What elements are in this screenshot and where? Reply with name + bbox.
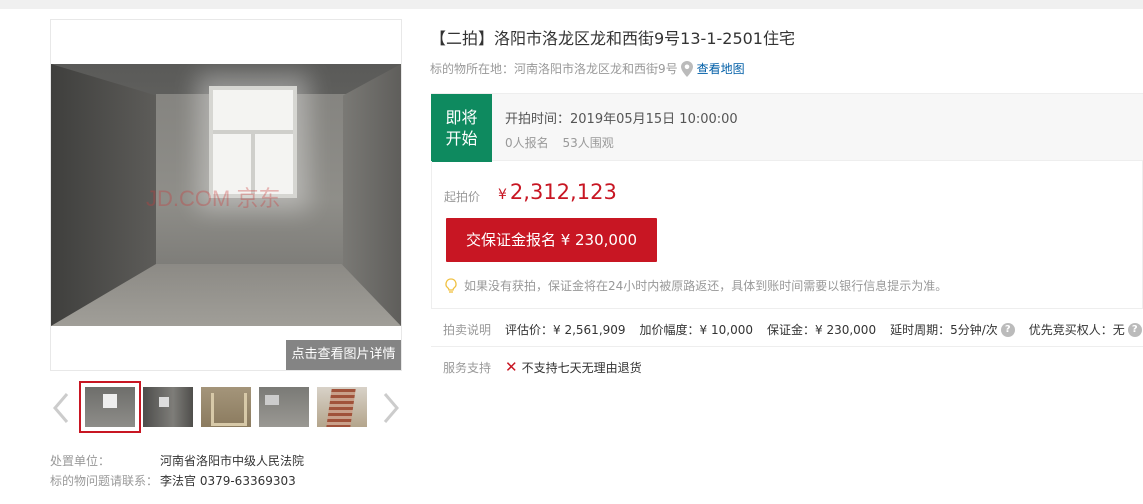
start-price: ¥2,312,123 bbox=[498, 180, 617, 204]
start-time: 开拍时间：2019年05月15日 10:00:00 bbox=[505, 112, 738, 127]
auction-info-label: 拍卖说明 bbox=[443, 323, 492, 337]
signup-count: 0人报名 bbox=[505, 136, 549, 150]
deposit-tip-text: 如果没有获拍，保证金将在24小时内被原路返还，具体到账时间需要以银行信息提示为准… bbox=[464, 279, 948, 293]
start-price-value: 2,312,123 bbox=[509, 180, 617, 204]
priority-help-icon[interactable]: ? bbox=[1127, 322, 1142, 337]
page-title: 【二拍】洛阳市洛龙区龙和西街9号13-1-2501住宅 bbox=[430, 29, 795, 48]
watcher-count: 53人围观 bbox=[562, 136, 614, 150]
price-panel: 起拍价 ¥2,312,123 交保证金报名 ¥ 230,000 如果没有获拍，保… bbox=[431, 161, 1143, 309]
service-label: 服务支持 bbox=[443, 360, 492, 375]
bid-increment: 加价幅度：¥ 10,000 bbox=[639, 323, 753, 337]
thumbnail-2[interactable] bbox=[143, 387, 193, 427]
status-badge: 即将 开始 bbox=[431, 94, 492, 162]
auction-status-bar: 即将 开始 开拍时间：2019年05月15日 10:00:00 0人报名 53人… bbox=[431, 93, 1143, 162]
disposer-value: 河南省洛阳市中级人民法院 bbox=[160, 454, 305, 468]
contact-label: 标的物问题请联系： bbox=[50, 474, 159, 488]
watermark: JD.COM 京东 bbox=[146, 186, 281, 211]
lightbulb-icon bbox=[445, 277, 457, 293]
service-row: 服务支持 ✕ 不支持七天无理由退货 bbox=[443, 358, 642, 376]
divider bbox=[431, 346, 1143, 347]
participation-counts: 0人报名 53人围观 bbox=[505, 134, 614, 151]
cross-icon: ✕ bbox=[505, 358, 518, 376]
extension-period: 延时周期：5分钟/次? bbox=[890, 321, 1015, 338]
map-pin-icon bbox=[680, 60, 693, 77]
service-value: 不支持七天无理由退货 bbox=[521, 360, 642, 375]
thumbnail-4[interactable] bbox=[259, 387, 309, 427]
location-value: 河南洛阳市洛龙区龙和西街9号 bbox=[514, 62, 678, 76]
disposer-info: 处置单位： 河南省洛阳市中级人民法院 标的物问题请联系： 李法官 0379-63… bbox=[50, 451, 304, 491]
pay-deposit-register-button[interactable]: 交保证金报名 ¥ 230,000 bbox=[446, 218, 657, 262]
extension-help-icon[interactable]: ? bbox=[1000, 322, 1015, 337]
top-bar bbox=[0, 0, 1143, 9]
thumbnail-1[interactable] bbox=[79, 381, 141, 433]
thumbnail-5[interactable] bbox=[317, 387, 367, 427]
prev-arrow-icon[interactable] bbox=[50, 391, 72, 425]
start-price-label: 起拍价 bbox=[444, 190, 481, 204]
main-property-photo[interactable]: JD.COM 京东 bbox=[51, 64, 401, 326]
deposit-amount: 保证金：¥ 230,000 bbox=[767, 323, 877, 337]
view-image-details-button[interactable]: 点击查看图片详情 bbox=[286, 340, 401, 370]
deposit-tip: 如果没有获拍，保证金将在24小时内被原路返还，具体到账时间需要以银行信息提示为准… bbox=[444, 277, 947, 294]
next-arrow-icon[interactable] bbox=[380, 391, 402, 425]
priority-buyer: 优先竞买权人：无? bbox=[1029, 321, 1142, 338]
view-map-link[interactable]: 查看地图 bbox=[697, 60, 745, 77]
location-line: 标的物所在地： 河南洛阳市洛龙区龙和西街9号 查看地图 bbox=[430, 60, 745, 77]
auction-info-row: 拍卖说明 评估价：¥ 2,561,909 加价幅度：¥ 10,000 保证金：¥… bbox=[443, 321, 1143, 338]
appraisal-price: 评估价：¥ 2,561,909 bbox=[505, 323, 626, 337]
disposer-label: 处置单位： bbox=[50, 454, 111, 468]
location-label: 标的物所在地： bbox=[430, 62, 515, 76]
thumbnail-strip bbox=[50, 381, 402, 435]
main-image-frame: JD.COM 京东 点击查看图片详情 bbox=[50, 19, 402, 371]
currency-symbol: ¥ bbox=[498, 187, 507, 203]
contact-value: 李法官 0379-63369303 bbox=[160, 474, 296, 488]
thumbnail-3[interactable] bbox=[201, 387, 251, 427]
